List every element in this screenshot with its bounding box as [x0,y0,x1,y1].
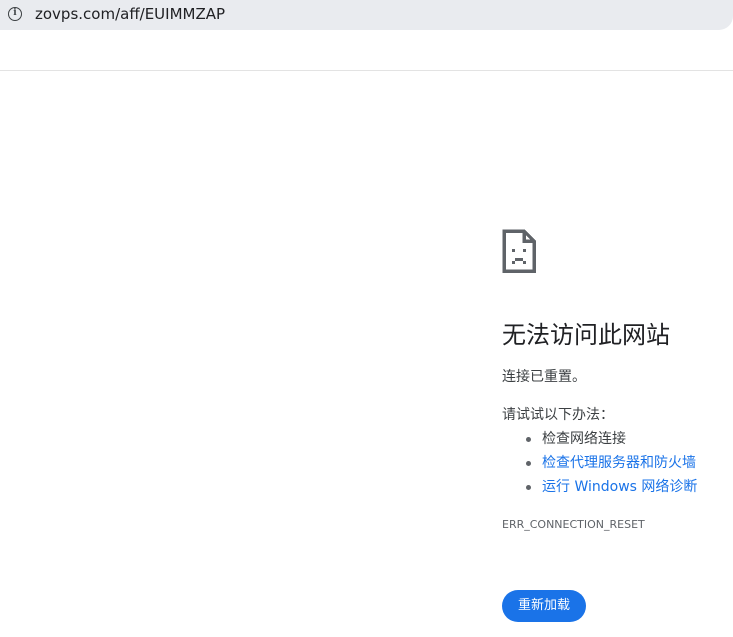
suggestion-run-network-diagnostics-link[interactable]: 运行 Windows 网络诊断 [502,475,697,499]
error-title: 无法访问此网站 [502,321,670,349]
toolbar-divider [0,70,733,71]
sad-page-icon [502,229,536,273]
error-detail: 连接已重置。 [502,369,586,385]
suggestion-check-network: 检查网络连接 [502,427,697,451]
reload-button[interactable]: 重新加载 [502,590,586,622]
suggestions-list: 检查网络连接 检查代理服务器和防火墙 运行 Windows 网络诊断 [502,427,697,499]
url-text[interactable]: zovps.com/aff/EUIMMZAP [35,4,225,24]
address-bar[interactable]: i zovps.com/aff/EUIMMZAP [0,0,733,30]
suggestion-check-proxy-firewall-link[interactable]: 检查代理服务器和防火墙 [502,451,697,475]
error-code: ERR_CONNECTION_RESET [502,518,645,531]
info-icon[interactable]: i [8,7,22,21]
suggestions-heading: 请试试以下办法： [502,407,614,423]
